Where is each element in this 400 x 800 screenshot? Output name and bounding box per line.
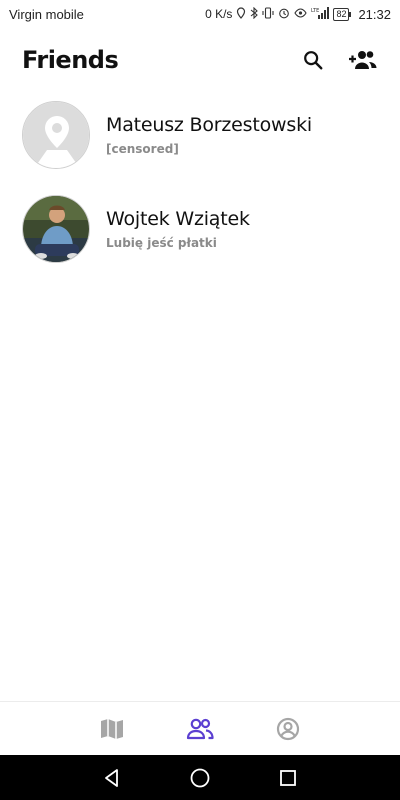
friend-name: Mateusz Borzestowski bbox=[106, 114, 312, 136]
recents-button[interactable] bbox=[272, 762, 304, 794]
eye-comfort-icon bbox=[294, 7, 308, 21]
add-friend-icon bbox=[349, 51, 377, 69]
placeholder-location-avatar bbox=[23, 102, 89, 168]
tab-profile[interactable] bbox=[272, 713, 304, 745]
status-bar: Virgin mobile 0 K/s LTE 82 21:32 bbox=[0, 0, 400, 28]
avatar bbox=[22, 195, 90, 263]
back-icon bbox=[105, 768, 118, 787]
search-icon bbox=[304, 51, 323, 70]
friends-icon bbox=[186, 718, 214, 739]
map-icon bbox=[101, 718, 123, 739]
status-indicators: 0 K/s LTE 82 21:32 bbox=[205, 6, 391, 22]
app-header: Friends bbox=[0, 38, 400, 82]
bluetooth-icon bbox=[250, 6, 259, 22]
header-actions bbox=[298, 45, 378, 75]
friends-list: Mateusz Borzestowski [censored] Wojtek W… bbox=[0, 100, 400, 288]
location-icon bbox=[236, 6, 246, 22]
profile-icon bbox=[276, 717, 300, 740]
friend-name: Wojtek Wziątek bbox=[106, 208, 250, 230]
status-time: 21:32 bbox=[358, 6, 391, 22]
bottom-navigation bbox=[0, 701, 400, 755]
tab-friends[interactable] bbox=[184, 713, 216, 745]
avatar bbox=[22, 101, 90, 169]
network-type-label: LTE bbox=[311, 8, 319, 14]
friend-item[interactable]: Mateusz Borzestowski [censored] bbox=[0, 100, 400, 170]
carrier-name: Virgin mobile bbox=[9, 6, 84, 22]
friend-item[interactable]: Wojtek Wziątek Lubię jeść płatki bbox=[0, 194, 400, 264]
recents-icon bbox=[280, 769, 296, 786]
tab-map[interactable] bbox=[96, 713, 128, 745]
signal-icon: LTE bbox=[311, 6, 330, 22]
page-title: Friends bbox=[22, 46, 119, 74]
battery-indicator: 82 bbox=[333, 7, 352, 21]
alarm-icon bbox=[278, 7, 290, 22]
home-button[interactable] bbox=[184, 762, 216, 794]
vibrate-icon bbox=[262, 6, 274, 22]
photo-avatar bbox=[23, 196, 89, 262]
system-navigation-bar bbox=[0, 755, 400, 800]
home-icon bbox=[190, 768, 210, 787]
network-speed: 0 K/s bbox=[205, 7, 233, 21]
friend-info: Wojtek Wziątek Lubię jeść płatki bbox=[106, 208, 250, 250]
add-friend-button[interactable] bbox=[348, 45, 378, 75]
search-button[interactable] bbox=[298, 45, 328, 75]
friend-info: Mateusz Borzestowski [censored] bbox=[106, 114, 312, 156]
back-button[interactable] bbox=[96, 762, 128, 794]
friend-status: Lubię jeść płatki bbox=[106, 236, 217, 250]
friend-status: [censored] bbox=[106, 142, 179, 156]
